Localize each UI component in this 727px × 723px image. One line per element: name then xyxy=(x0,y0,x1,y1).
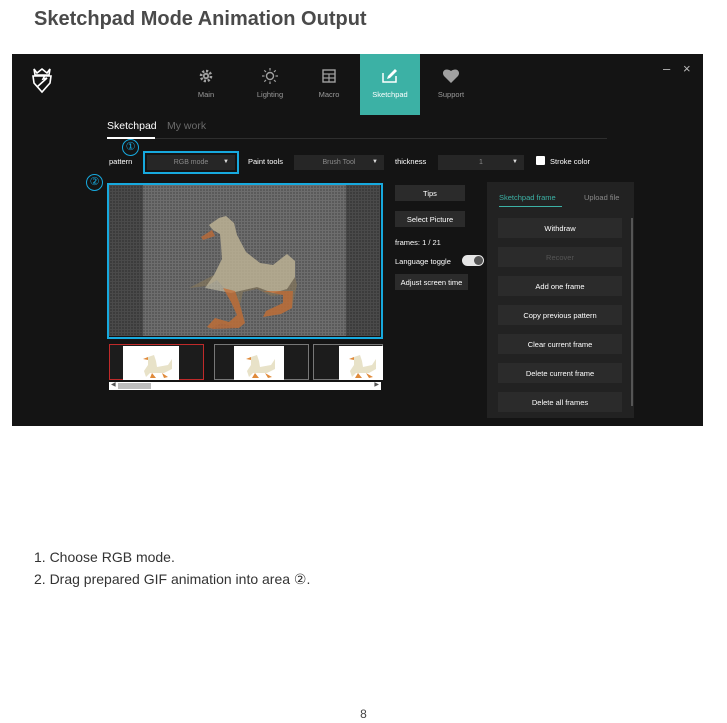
language-toggle-switch[interactable] xyxy=(462,255,484,266)
thickness-label: thickness xyxy=(395,157,427,166)
document-title: Sketchpad Mode Animation Output xyxy=(34,8,367,30)
frame-panel: Sketchpad frame Upload file Withdraw Rec… xyxy=(487,182,634,418)
minimize-button[interactable]: – xyxy=(663,62,670,75)
bulb-icon xyxy=(240,66,300,86)
stroke-color-checkbox[interactable] xyxy=(536,156,545,165)
nav-tab-macro-label: Macro xyxy=(318,90,340,99)
tab-sketchpad-frame[interactable]: Sketchpad frame xyxy=(499,193,556,202)
macro-icon xyxy=(299,66,359,86)
thickness-select[interactable]: 1 ▼ xyxy=(438,155,524,170)
highlight-box-1 xyxy=(143,151,239,174)
withdraw-button[interactable]: Withdraw xyxy=(498,218,622,238)
paint-tools-select[interactable]: Brush Tool ▼ xyxy=(294,155,384,170)
instruction-2: 2. Drag prepared GIF animation into area… xyxy=(34,571,311,587)
app-logo-icon xyxy=(32,67,52,94)
select-picture-button[interactable]: Select Picture xyxy=(395,211,465,227)
delete-all-frames-button[interactable]: Delete all frames xyxy=(498,392,622,412)
duck-thumbnail-icon xyxy=(143,355,172,378)
subtab-divider xyxy=(107,138,607,139)
frames-counter: frames: 1 / 21 xyxy=(395,238,441,247)
nav-tab-support-label: Support xyxy=(437,90,465,99)
nav-tab-sketchpad-label: Sketchpad xyxy=(372,90,408,99)
heart-icon xyxy=(421,66,481,86)
tips-button[interactable]: Tips xyxy=(395,185,465,201)
paint-tools-label: Paint tools xyxy=(248,157,284,166)
nav-tab-support[interactable]: Support xyxy=(421,54,481,115)
paint-tools-select-value: Brush Tool xyxy=(322,159,356,166)
nav-tab-macro[interactable]: Macro xyxy=(299,54,359,115)
nav-tab-sketchpad[interactable]: Sketchpad xyxy=(360,54,420,115)
subtab-sketchpad[interactable]: Sketchpad xyxy=(107,120,157,132)
pattern-label: pattern xyxy=(109,157,133,166)
frame-thumbnail-3[interactable] xyxy=(313,344,383,380)
duck-thumbnail-icon xyxy=(246,355,275,378)
language-toggle-label: Language toggle xyxy=(395,257,451,266)
toggle-knob xyxy=(474,256,483,265)
adjust-screen-time-button[interactable]: Adjust screen time xyxy=(395,274,468,290)
highlight-box-2 xyxy=(107,183,383,339)
marker-1: ① xyxy=(122,139,139,156)
page-number: 8 xyxy=(360,707,367,721)
tab-upload-file[interactable]: Upload file xyxy=(584,193,619,202)
nav-tab-lighting[interactable]: Lighting xyxy=(240,54,300,115)
instruction-1: 1. Choose RGB mode. xyxy=(34,549,175,565)
recover-button[interactable]: Recover xyxy=(498,247,622,267)
close-button[interactable]: × xyxy=(683,62,691,75)
sketchpad-icon xyxy=(360,66,420,86)
panel-tab-underline xyxy=(499,206,562,207)
add-one-frame-button[interactable]: Add one frame xyxy=(498,276,622,296)
clear-current-frame-button[interactable]: Clear current frame xyxy=(498,334,622,354)
dropdown-arrow-icon: ▼ xyxy=(372,159,378,165)
panel-scrollbar[interactable] xyxy=(631,218,633,406)
frame-thumbnail-2[interactable] xyxy=(214,344,309,380)
stroke-color-label: Stroke color xyxy=(550,157,591,166)
scroll-left-icon[interactable]: ◀ xyxy=(111,381,116,388)
nav-tab-main-label: Main xyxy=(197,90,215,99)
nav-tab-main[interactable]: Main xyxy=(176,54,236,115)
subtab-mywork[interactable]: My work xyxy=(167,120,206,132)
marker-2: ② xyxy=(86,174,103,191)
thickness-select-value: 1 xyxy=(479,159,483,166)
gear-icon xyxy=(176,66,236,86)
delete-current-frame-button[interactable]: Delete current frame xyxy=(498,363,622,383)
thumbnail-scrollbar[interactable]: ◀ ▶ xyxy=(109,382,381,390)
app-window: Main Lighting Macro Sketchpad Support – … xyxy=(12,54,703,426)
nav-tab-lighting-label: Lighting xyxy=(256,90,284,99)
dropdown-arrow-icon: ▼ xyxy=(512,159,518,165)
scroll-right-icon[interactable]: ▶ xyxy=(374,381,379,388)
frame-thumbnail-1[interactable] xyxy=(109,344,204,380)
scrollbar-thumb[interactable] xyxy=(118,383,151,389)
duck-thumbnail-icon xyxy=(349,355,376,378)
copy-previous-pattern-button[interactable]: Copy previous pattern xyxy=(498,305,622,325)
